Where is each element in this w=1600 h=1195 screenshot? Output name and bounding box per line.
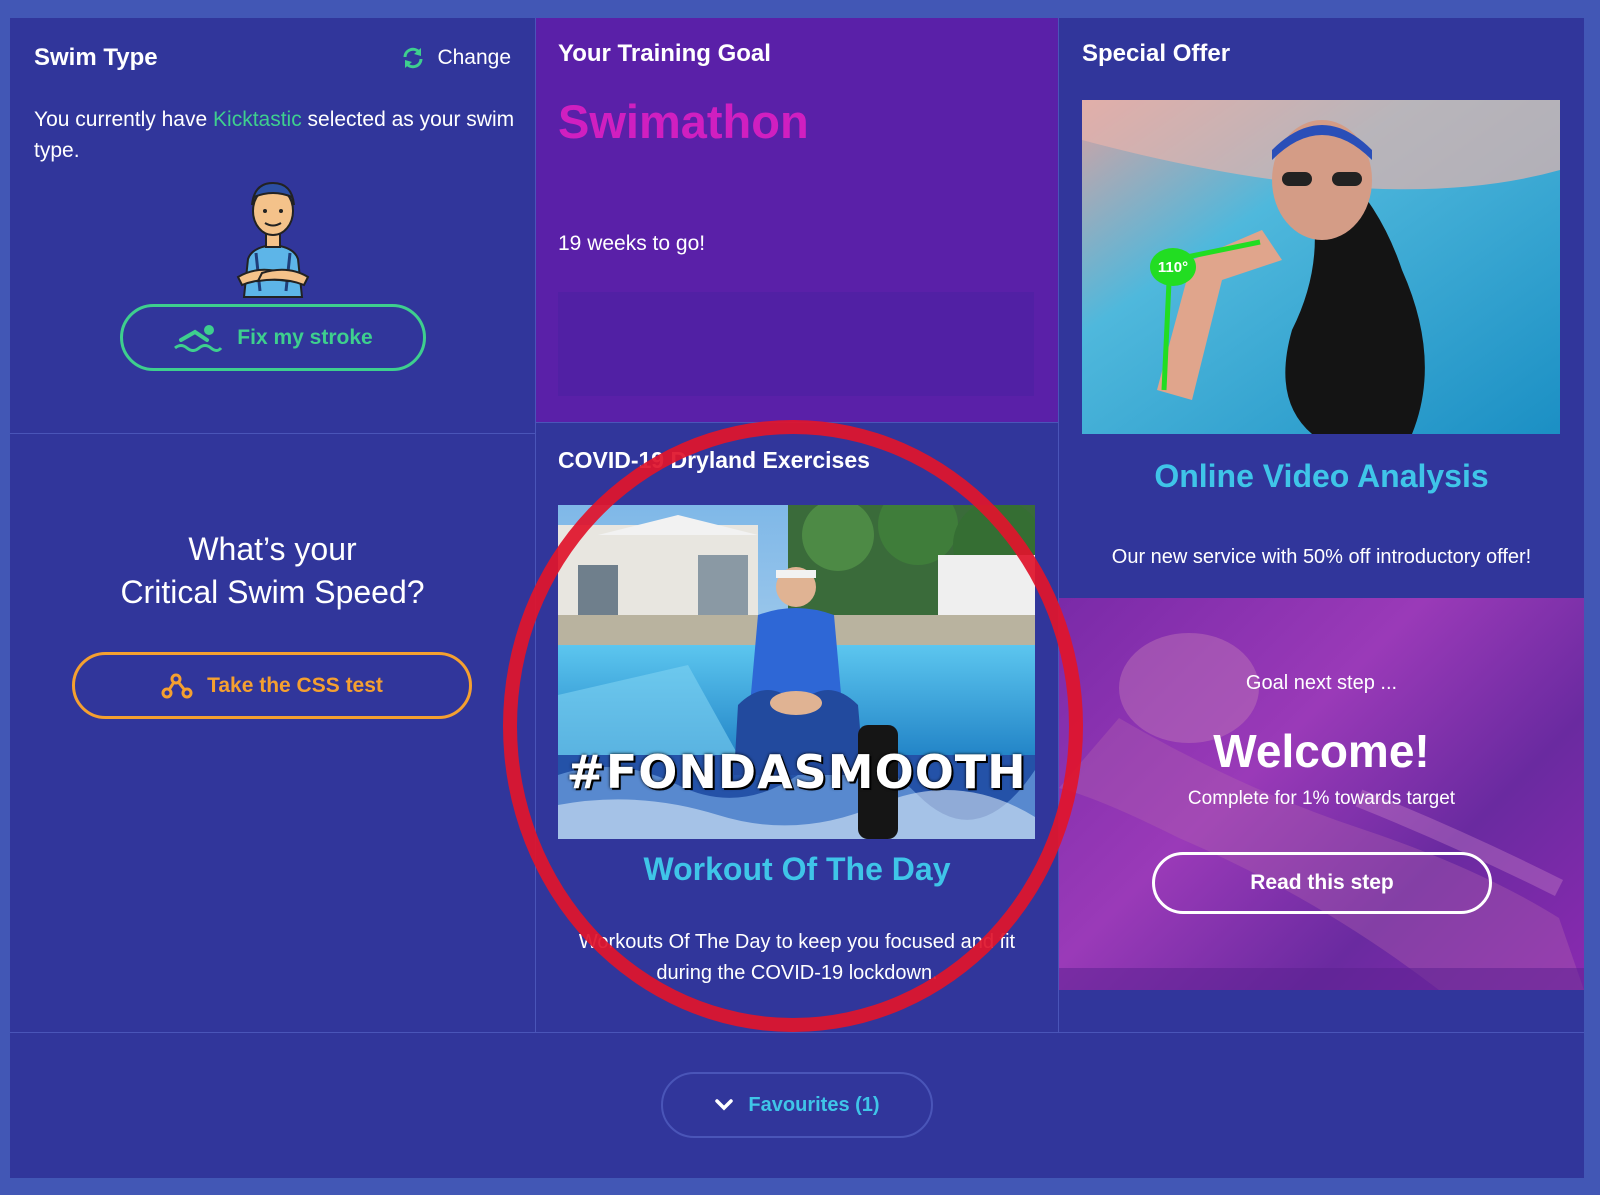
read-this-step-label: Read this step [1250, 871, 1394, 894]
angle-badge: 110° [1150, 248, 1196, 286]
swimmer-avatar [228, 173, 318, 298]
swim-type-panel: Swim Type Change You currently have Kick… [10, 18, 535, 433]
swim-type-name[interactable]: Kicktastic [213, 108, 302, 131]
panel-title: COVID-19 Dryland Exercises [558, 447, 870, 473]
goal-progress-area [558, 292, 1034, 396]
offer-heading[interactable]: Online Video Analysis [1059, 458, 1584, 495]
favourites-label: Favourites (1) [748, 1093, 880, 1116]
divider [10, 1032, 1584, 1033]
take-css-test-label: Take the CSS test [207, 673, 383, 697]
swim-type-description: You currently have Kicktastic selected a… [34, 108, 515, 162]
refresh-icon [401, 46, 425, 70]
weeks-to-go: 19 weeks to go! [558, 232, 706, 255]
goal-name: Swimathon [558, 95, 809, 148]
swimmer-icon [173, 324, 223, 352]
workout-description: Workouts Of The Day to keep you focused … [578, 931, 1016, 984]
dryland-panel: COVID-19 Dryland Exercises #FONDASMOOTH … [536, 423, 1058, 1032]
favourites-toggle-button[interactable]: Favourites (1) [661, 1072, 933, 1138]
fix-my-stroke-button[interactable]: Fix my stroke [120, 304, 426, 371]
change-label: Change [437, 46, 511, 69]
change-swim-type-link[interactable]: Change [401, 46, 511, 70]
goal-next-step-panel: Goal next step ... Welcome! Complete for… [1059, 598, 1584, 990]
next-step-sub: Complete for 1% towards target [1187, 788, 1456, 809]
workout-video-thumbnail[interactable]: #FONDASMOOTH [558, 505, 1035, 839]
workout-heading[interactable]: Workout Of The Day [536, 851, 1058, 888]
next-step-heading: Welcome! [1213, 725, 1430, 777]
take-css-test-button[interactable]: Take the CSS test [72, 652, 472, 719]
offer-description: Our new service with 50% off introductor… [1111, 546, 1532, 568]
video-analysis-image[interactable]: 110° [1082, 100, 1560, 434]
panel-title: Your Training Goal [558, 40, 771, 67]
panel-title: Swim Type [34, 44, 158, 71]
special-offer-panel: Special Offer 110° Online Video Analysis… [1059, 18, 1584, 596]
css-heading: What’s your Critical Swim Speed? [120, 531, 425, 610]
next-step-label: Goal next step ... [1245, 672, 1398, 694]
nodes-icon [161, 673, 193, 699]
css-panel: What’s your Critical Swim Speed? Take th… [10, 434, 535, 1032]
read-this-step-button[interactable]: Read this step [1152, 852, 1492, 914]
image-caption: #FONDASMOOTH [566, 745, 1027, 799]
chevron-down-icon [714, 1098, 734, 1112]
panel-title: Special Offer [1082, 40, 1231, 67]
training-goal-panel[interactable]: Your Training Goal Swimathon 19 weeks to… [536, 18, 1058, 422]
fix-my-stroke-label: Fix my stroke [237, 325, 373, 349]
